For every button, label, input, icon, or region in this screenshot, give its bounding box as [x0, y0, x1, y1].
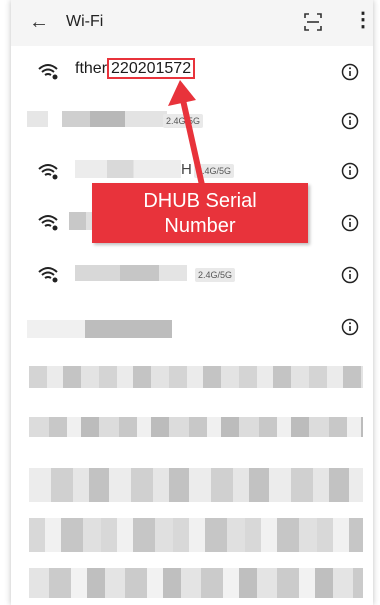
info-icon[interactable] [341, 214, 359, 232]
page-title: Wi-Fi [66, 13, 104, 30]
back-arrow-icon[interactable]: ← [29, 12, 49, 32]
wifi-network-row[interactable] [11, 300, 373, 350]
wifi-network-row[interactable]: 2.4G/5G [11, 248, 373, 298]
info-icon[interactable] [341, 266, 359, 284]
band-badge: 2.4G/5G [163, 114, 204, 128]
pixelated-region [29, 366, 363, 388]
pixelated-region [29, 518, 363, 552]
callout-line1: DHUB Serial [143, 190, 257, 212]
wifi-locked-icon [38, 267, 58, 283]
blurred-ssid [75, 265, 187, 281]
ssid-prefix: fther [75, 60, 108, 77]
wifi-locked-icon [38, 215, 58, 231]
serial-number-callout: DHUB Serial Number [92, 183, 308, 243]
ssid-trailing-char: H [181, 161, 192, 178]
qr-scan-icon[interactable] [303, 12, 323, 32]
band-badge: 2.4G/5G [194, 164, 235, 178]
phone-screen: ← Wi-Fi ⋮ fther 220201572 2.4G/5G H 2.4G… [11, 0, 373, 605]
info-icon[interactable] [341, 112, 359, 130]
network-ssid: fther 220201572 [75, 58, 196, 79]
info-icon[interactable] [341, 63, 359, 81]
info-icon[interactable] [341, 318, 359, 336]
blurred-ssid [27, 320, 172, 338]
pixelated-region [29, 417, 363, 437]
wifi-network-row[interactable]: fther 220201572 [11, 46, 373, 96]
wifi-locked-icon [38, 164, 58, 180]
wifi-network-row[interactable]: 2.4G/5G [11, 96, 373, 146]
info-icon[interactable] [341, 162, 359, 180]
band-badge: 2.4G/5G [195, 268, 236, 282]
pixelated-region [29, 468, 363, 502]
callout-line2: Number [164, 215, 236, 237]
pixelated-region [29, 568, 363, 598]
app-bar: ← Wi-Fi ⋮ [11, 0, 373, 46]
ssid-serial-highlight: 220201572 [107, 58, 196, 79]
blurred-ssid [75, 160, 181, 178]
wifi-locked-icon [38, 64, 58, 80]
more-vert-icon[interactable]: ⋮ [353, 10, 373, 30]
blurred-ssid [27, 111, 167, 127]
